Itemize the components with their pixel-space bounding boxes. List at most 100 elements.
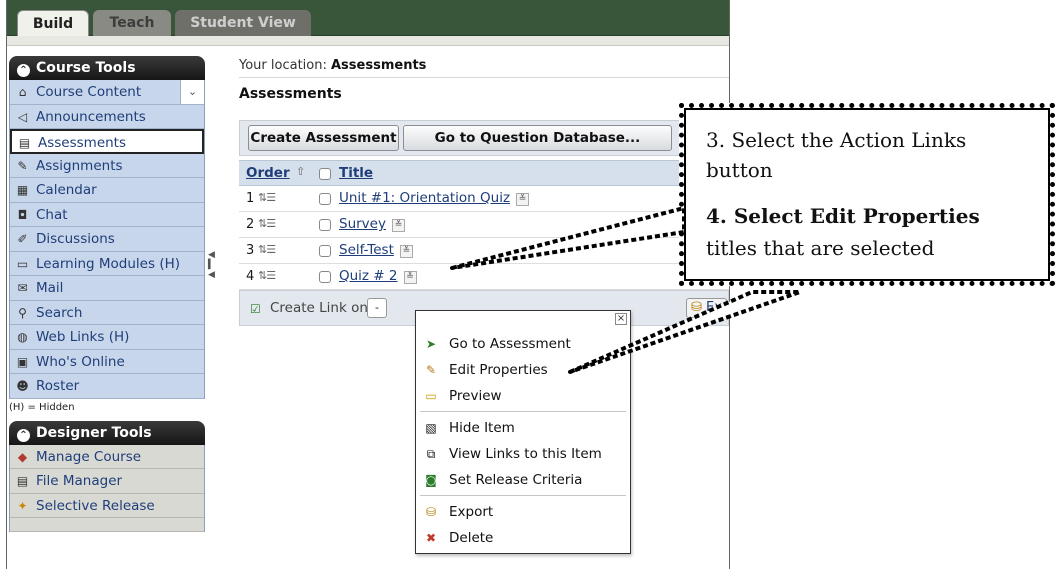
reorder-icon[interactable]: ⇅☰ [258,191,276,204]
tab-teach[interactable]: Teach [93,10,171,36]
sidebar-collapse-handle[interactable]: ◀ ▍ ◀ [208,250,218,290]
close-icon[interactable]: × [615,313,627,325]
menu-item-go-to-assessment[interactable]: ➤ Go to Assessment [416,331,630,357]
select-all-checkbox[interactable] [319,168,331,180]
menu-item-label: Go to Assessment [449,336,571,352]
assessment-link[interactable]: Unit #1: Orientation Quiz ≚ [339,190,530,206]
menu-item-edit-properties[interactable]: ✎ Edit Properties [416,357,630,383]
arrow-right-icon: ➤ [425,337,437,351]
sidebar-item-selective-release[interactable]: ✦ Selective Release [10,493,204,518]
menu-item-view-links[interactable]: ⧉ View Links to this Item [416,441,630,467]
sidebar-item-manage-course[interactable]: ◆ Manage Course [10,444,204,469]
menu-item-hide-item[interactable]: ▧ Hide Item [416,415,630,441]
sort-arrow-icon[interactable]: ⇧ [296,165,305,178]
action-links-icon[interactable]: ≚ [403,271,417,284]
sidebar-item-assignments[interactable]: ✎ Assignments [10,153,204,178]
release-criteria-icon: ◙ [425,473,437,487]
sidebar-item-announcements[interactable]: ◁ Announcements [10,104,204,129]
sidebar-item-label: Assessments [38,135,127,151]
sidebar-item-mail[interactable]: ✉ Mail [10,276,204,301]
sidebar-item-learning-modules[interactable]: ▭ Learning Modules (H) [10,251,204,276]
action-links-menu: × ➤ Go to Assessment ✎ Edit Properties ▭ Pr… [415,310,631,554]
order-column-header[interactable]: Order [246,165,290,181]
assessment-title[interactable]: Survey [339,216,386,232]
sidebar-item-course-content[interactable]: ⌂ Course Content ⌄ [10,80,204,105]
menu-item-delete[interactable]: ✖ Delete [416,525,630,551]
page-title: Assessments [239,86,342,102]
sidebar-item-web-links[interactable]: ◍ Web Links (H) [10,325,204,350]
divider [239,77,729,78]
reorder-icon[interactable]: ⇅☰ [258,269,276,282]
menu-item-export[interactable]: ⛁ Export [416,499,630,525]
row-checkbox[interactable] [319,245,331,257]
module-icon: ▭ [16,256,29,271]
row-order-number: 2 [246,217,255,232]
sidebar-item-calendar[interactable]: ▦ Calendar [10,178,204,203]
menu-item-preview[interactable]: ▭ Preview [416,383,630,409]
row-order-number: 3 [246,243,255,258]
row-checkbox[interactable] [319,193,331,205]
reorder-icon[interactable]: ⇅☰ [258,217,276,230]
assessment-title[interactable]: Quiz # 2 [339,268,398,284]
action-links-icon[interactable]: ≚ [399,245,413,258]
export-icon: ⛁ [691,300,702,315]
action-links-icon[interactable]: ≚ [516,193,530,206]
course-tools-title: Course Tools [36,60,136,76]
web-links-icon: ◍ [17,330,28,344]
table-row: 2 ⇅☰ Survey ≚ [239,212,729,238]
sidebar-item-label: Calendar [36,182,97,198]
callout-step-3-cont: button [706,158,773,182]
sidebar-item-label: Who's Online [36,353,125,370]
tab-student-view[interactable]: Student View [175,10,311,36]
sidebar-item-whos-online[interactable]: ▣ Who's Online [10,349,204,374]
create-link-select[interactable]: - [367,298,387,318]
assessment-title[interactable]: Unit #1: Orientation Quiz [339,190,510,206]
mail-icon: ✉ [17,281,28,295]
menu-item-set-release-criteria[interactable]: ◙ Set Release Criteria [416,467,630,493]
home-icon: ⌂ [18,85,27,99]
delete-icon: ✖ [425,531,437,545]
search-icon: ⚲ [18,305,27,320]
roster-icon: ☻ [16,379,29,393]
breadcrumb: Your location: Assessments [239,58,729,73]
chevron-down-icon[interactable]: ⌄ [180,80,204,104]
course-tools-header[interactable]: ⌃ Course Tools [9,56,205,80]
callout-step-3: 3. Select the Action Links [706,128,967,152]
sidebar-item-label: Chat [36,206,68,223]
assessment-link[interactable]: Survey ≚ [339,216,405,232]
assessment-link[interactable]: Self-Test ≚ [339,242,413,258]
sidebar-item-search[interactable]: ⚲ Search [10,300,204,325]
row-checkbox[interactable] [319,219,331,231]
sidebar-item-discussions[interactable]: ✐ Discussions [10,227,204,252]
sidebar: ⌃ Course Tools ⌂ Course Content ⌄ ◁ Announce… [7,56,207,532]
create-assessment-button[interactable]: Create Assessment [248,125,399,151]
hidden-note: (H) = Hidden [9,401,75,413]
menu-item-label: Preview [449,388,502,404]
action-links-icon[interactable]: ≚ [391,219,405,232]
sidebar-item-file-manager[interactable]: ▤ File Manager [10,469,204,494]
course-tools-list: ⌂ Course Content ⌄ ◁ Announcements ▤ Assessm… [9,80,205,399]
export-button[interactable]: ⛁ Ex [686,298,727,318]
sidebar-item-label: Mail [36,280,64,296]
menu-item-label: Export [449,504,494,520]
main-content: Your location: Assessments Assessments C… [239,58,729,326]
question-database-button[interactable]: Go to Question Database... [403,125,672,151]
row-checkbox[interactable] [319,271,331,283]
export-icon: ⛁ [425,505,437,519]
collapse-icon[interactable]: ⌃ [17,428,30,442]
whos-online-icon: ▣ [16,354,29,369]
tab-build[interactable]: Build [17,10,89,36]
export-button-label: Ex [706,300,722,315]
sidebar-item-label: Learning Modules (H) [36,255,180,272]
instruction-callout: 3. Select the Action Links button 4. Sel… [679,103,1055,286]
assessment-title[interactable]: Self-Test [339,242,394,258]
designer-tools-header[interactable]: ⌃ Designer Tools [9,420,205,445]
reorder-icon[interactable]: ⇅☰ [258,243,276,256]
row-order-number: 4 [246,269,255,284]
collapse-icon[interactable]: ⌃ [17,64,30,77]
title-column-header[interactable]: Title [339,165,373,181]
sidebar-item-assessments[interactable]: ▤ Assessments [10,129,204,154]
assessment-link[interactable]: Quiz # 2 ≚ [339,268,417,284]
sidebar-item-roster[interactable]: ☻ Roster [10,374,204,399]
sidebar-item-chat[interactable]: ◘ Chat [10,202,204,227]
